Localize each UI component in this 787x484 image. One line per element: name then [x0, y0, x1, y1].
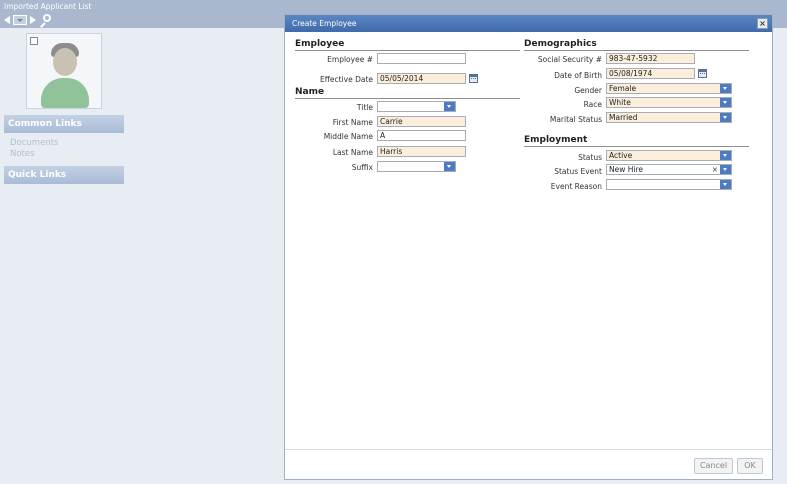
last-name-field[interactable]: Harris	[377, 146, 466, 157]
chevron-down-icon[interactable]	[720, 113, 731, 122]
cancel-button[interactable]: Cancel	[694, 458, 733, 474]
employee-num-label: Employee #	[327, 55, 373, 64]
ssn-field[interactable]: 983-47-5932	[606, 53, 695, 64]
search-icon[interactable]	[39, 14, 51, 28]
event-reason-label: Event Reason	[550, 182, 602, 191]
section-name: Name	[295, 87, 520, 99]
gender-label: Gender	[574, 86, 602, 95]
clear-icon[interactable]: ×	[712, 165, 718, 174]
close-button[interactable]: ×	[757, 18, 768, 29]
chevron-down-icon	[17, 18, 23, 22]
quick-links-header: Quick Links	[4, 166, 124, 184]
middle-name-label: Middle Name	[323, 132, 373, 141]
link-documents[interactable]: Documents	[10, 138, 58, 148]
suffix-select[interactable]	[377, 161, 456, 172]
first-name-label: First Name	[332, 118, 373, 127]
section-employee: Employee	[295, 39, 520, 51]
chevron-down-icon[interactable]	[444, 162, 455, 171]
status-event-select[interactable]: New Hire ×	[606, 164, 732, 175]
calendar-icon[interactable]	[469, 74, 478, 83]
section-demographics: Demographics	[524, 39, 749, 51]
forward-arrow-icon[interactable]	[30, 16, 36, 24]
create-employee-dialog: Create Employee × Employee Employee # Ef…	[284, 14, 773, 480]
chevron-down-icon[interactable]	[720, 98, 731, 107]
title-select[interactable]	[377, 101, 456, 112]
race-label: Race	[583, 100, 602, 109]
ssn-label: Social Security #	[537, 55, 602, 64]
last-name-label: Last Name	[332, 148, 373, 157]
dialog-footer: Cancel OK	[285, 449, 772, 479]
chevron-down-icon[interactable]	[720, 180, 731, 189]
dob-field[interactable]: 05/08/1974	[606, 68, 695, 79]
common-links-header: Common Links	[4, 115, 124, 133]
marital-status-label: Marital Status	[549, 115, 602, 124]
chevron-down-icon[interactable]	[720, 151, 731, 160]
photo-edit-icon[interactable]	[30, 37, 38, 45]
history-dropdown[interactable]	[13, 15, 27, 25]
link-notes[interactable]: Notes	[10, 149, 35, 159]
ok-button[interactable]: OK	[737, 458, 763, 474]
first-name-field[interactable]: Carrie	[377, 116, 466, 127]
dob-label: Date of Birth	[554, 71, 602, 80]
gender-select[interactable]: Female	[606, 83, 732, 94]
title-label: Title	[356, 103, 373, 112]
avatar	[26, 33, 102, 109]
employee-num-field[interactable]	[377, 53, 466, 64]
dialog-header: Create Employee ×	[285, 15, 772, 32]
nav-controls	[4, 14, 51, 28]
left-panel: Common Links Documents Notes Quick Links	[0, 28, 128, 484]
dialog-title: Create Employee	[292, 19, 357, 28]
back-arrow-icon[interactable]	[4, 16, 10, 24]
race-select[interactable]: White	[606, 97, 732, 108]
suffix-label: Suffix	[351, 163, 373, 172]
status-label: Status	[578, 153, 602, 162]
marital-status-select[interactable]: Married	[606, 112, 732, 123]
effective-date-label: Effective Date	[319, 75, 373, 84]
chevron-down-icon[interactable]	[720, 84, 731, 93]
middle-name-field[interactable]: A	[377, 130, 466, 141]
event-reason-select[interactable]	[606, 179, 732, 190]
chevron-down-icon[interactable]	[720, 165, 731, 174]
status-select[interactable]: Active	[606, 150, 732, 161]
effective-date-field[interactable]: 05/05/2014	[377, 73, 466, 84]
calendar-icon[interactable]	[698, 69, 707, 78]
chevron-down-icon[interactable]	[444, 102, 455, 111]
section-employment: Employment	[524, 135, 749, 147]
app-title: Imported Applicant List	[4, 2, 92, 11]
status-event-label: Status Event	[554, 167, 602, 176]
